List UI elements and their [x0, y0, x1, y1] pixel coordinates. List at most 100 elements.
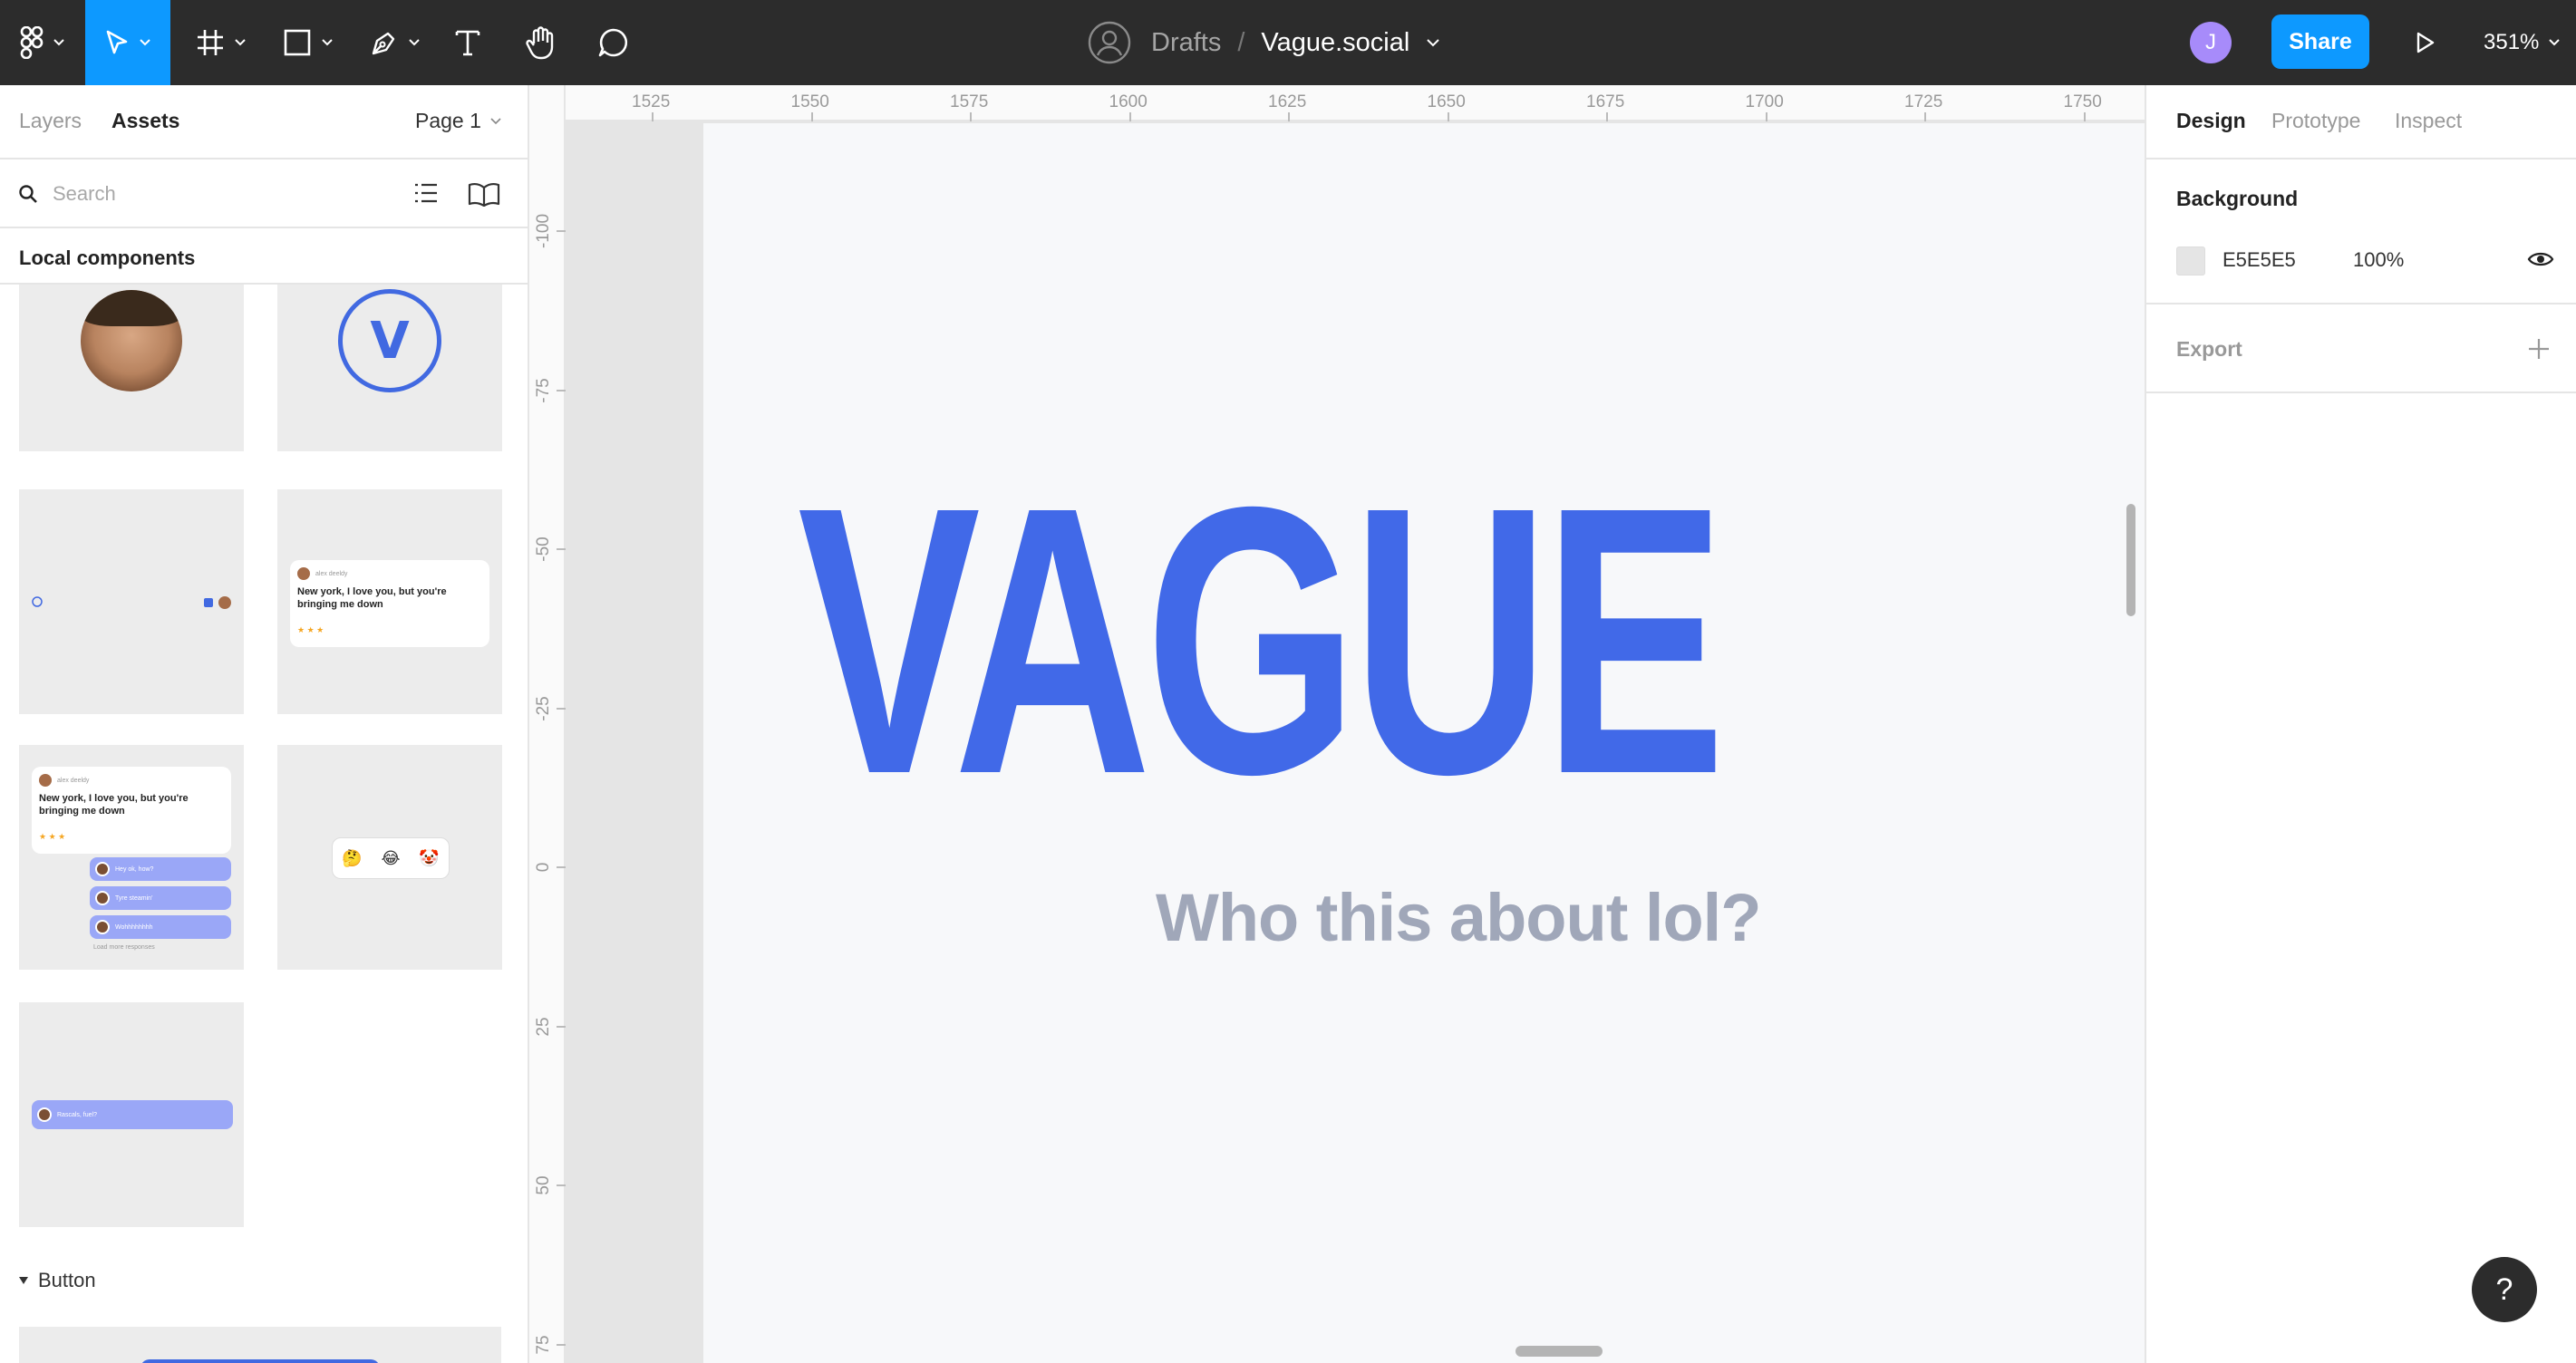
reply-pill: Rascals, fuel?: [32, 1100, 233, 1129]
nav-button: [204, 598, 213, 607]
page-name: Page 1: [415, 109, 481, 132]
hand-icon: [526, 26, 554, 60]
chevron-down-icon: [140, 39, 150, 46]
tab-inspect[interactable]: Inspect: [2395, 109, 2462, 133]
ruler-top-label: 1750: [2063, 92, 2102, 111]
component-thumb-button[interactable]: [19, 1327, 501, 1363]
text-tool-button[interactable]: [448, 0, 488, 85]
ruler-top-tick: [1924, 112, 1926, 121]
ruler-left-label: -100: [534, 213, 553, 249]
pen-icon: [372, 32, 395, 55]
text-t-icon: [455, 30, 480, 56]
ruler-left-label: -50: [534, 536, 553, 562]
tab-prototype[interactable]: Prototype: [2271, 109, 2360, 133]
move-tool-button[interactable]: [85, 0, 170, 85]
post-reactions: ★ ★ ★: [297, 625, 324, 634]
share-button[interactable]: Share: [2271, 14, 2369, 69]
ruler-top-tick: [1606, 112, 1608, 121]
ruler-top-tick: [970, 112, 972, 121]
tab-layers[interactable]: Layers: [19, 109, 82, 133]
vague-logo-text[interactable]: VAGUE: [798, 451, 1726, 832]
comment-tool-button[interactable]: [593, 0, 634, 85]
logo-small-icon: [32, 596, 43, 607]
ruler-top-tick: [1288, 112, 1290, 121]
page-selector[interactable]: Page 1: [415, 109, 501, 133]
ruler-top-tick: [810, 112, 813, 121]
horizontal-scrollbar[interactable]: [1516, 1346, 1603, 1357]
thinking-emoji-icon: 🤔: [342, 848, 363, 867]
ruler-left-label: -75: [534, 377, 553, 403]
frame-tool-button[interactable]: [185, 0, 257, 85]
cursor-arrow-icon: [106, 30, 128, 54]
assets-search-row: [0, 160, 528, 228]
file-name[interactable]: Vague.social: [1261, 28, 1409, 58]
reply-pill: Hey ok, how?: [90, 857, 231, 881]
ruler-left-label: 25: [534, 1016, 553, 1037]
zoom-level: 351%: [2484, 30, 2540, 54]
component-thumb-logo[interactable]: V: [277, 285, 502, 451]
ruler-left-label: 75: [534, 1334, 553, 1355]
tab-assets[interactable]: Assets: [111, 109, 179, 133]
figma-logo-icon: [20, 26, 44, 59]
help-button[interactable]: ?: [2472, 1257, 2537, 1322]
tab-design[interactable]: Design: [2176, 109, 2246, 133]
button-section-toggle[interactable]: Button: [18, 1269, 96, 1292]
background-opacity-input[interactable]: 100%: [2353, 248, 2404, 272]
ruler-top-tick: [652, 112, 654, 121]
assets-search-input[interactable]: [53, 176, 379, 212]
ruler-top-label: 1600: [1109, 92, 1148, 111]
component-thumb-post-card[interactable]: alex deeldy New york, I love you, but yo…: [277, 489, 502, 714]
eye-visibility-icon[interactable]: [2527, 250, 2554, 268]
component-thumb-reactions[interactable]: 🤔 😂 🤡: [277, 745, 502, 970]
vertical-scrollbar[interactable]: [2126, 504, 2135, 616]
component-thumb-navbar[interactable]: [19, 489, 244, 714]
ruler-top-label: 1525: [632, 92, 671, 111]
laughing-emoji-icon: 😂: [381, 848, 401, 867]
button-preview: [140, 1359, 380, 1363]
background-label: Background: [2176, 187, 2299, 210]
export-label: Export: [2176, 337, 2242, 361]
ruler-top-label: 1650: [1427, 92, 1466, 111]
button-section-label: Button: [38, 1269, 96, 1291]
breadcrumb-separator: /: [1237, 27, 1245, 57]
local-components-header: Local components: [0, 228, 528, 285]
avatar: [81, 290, 182, 392]
figma-menu-button[interactable]: [0, 0, 85, 85]
background-hex-input[interactable]: E5E5E5: [2223, 248, 2296, 272]
post-author-row: alex deeldy: [39, 774, 89, 787]
reply-text: Tyre steamin': [115, 894, 153, 902]
ruler-vertical: -100 -75 -50 -25 0 25 50 75: [529, 85, 566, 1363]
vague-v-logo: V: [338, 289, 441, 392]
ruler-left-tick: [557, 548, 566, 550]
present-button[interactable]: [2407, 0, 2444, 85]
play-icon: [2416, 32, 2435, 53]
hand-tool-button[interactable]: [520, 0, 562, 85]
ruler-left-tick: [557, 1184, 566, 1186]
tagline-text[interactable]: Who this about lol?: [1156, 879, 1761, 956]
ruler-top-tick: [1128, 112, 1131, 121]
component-thumb-thread[interactable]: alex deeldy New york, I love you, but yo…: [19, 745, 244, 970]
post-reactions: ★ ★ ★: [39, 832, 66, 841]
breadcrumb-drafts-link[interactable]: Drafts: [1151, 28, 1221, 58]
ruler-left-label: -25: [534, 695, 553, 721]
pen-tool-button[interactable]: [359, 0, 431, 85]
avatar: [218, 596, 231, 609]
zoom-dropdown[interactable]: 351%: [2484, 0, 2561, 85]
post-author-row: alex deeldy: [297, 567, 347, 580]
user-avatar[interactable]: J: [2190, 22, 2232, 63]
shape-tool-button[interactable]: [272, 0, 344, 85]
ruler-left-label: 0: [534, 862, 553, 873]
component-thumb-avatar[interactable]: [19, 285, 244, 451]
list-view-icon[interactable]: [413, 181, 439, 205]
team-library-icon[interactable]: [468, 181, 500, 207]
post-author: alex deeldy: [315, 570, 348, 577]
chevron-down-icon[interactable]: [1426, 38, 1440, 47]
chevron-down-icon: [235, 39, 246, 46]
background-color-swatch[interactable]: [2176, 246, 2205, 276]
add-export-icon[interactable]: [2527, 337, 2551, 361]
frame-hash-icon: [198, 30, 223, 55]
background-section: Background E5E5E5 100%: [2146, 160, 2576, 304]
component-thumb-reply[interactable]: Rascals, fuel?: [19, 1002, 244, 1227]
search-icon: [19, 185, 37, 203]
reply-pill: Tyre steamin': [90, 886, 231, 910]
